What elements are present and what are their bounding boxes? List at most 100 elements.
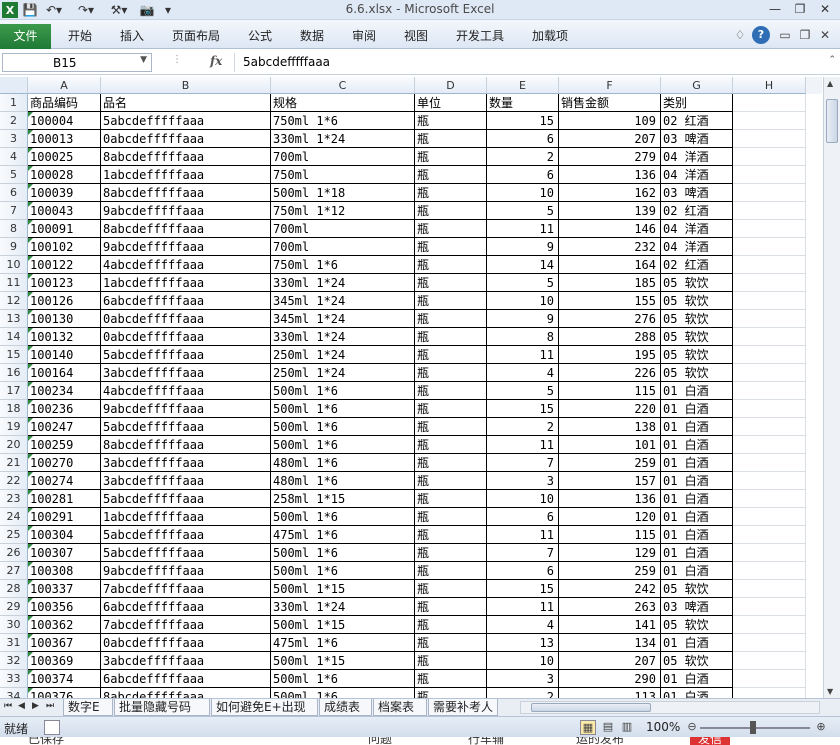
row-header[interactable]: 22 [0,472,28,490]
cell[interactable]: 129 [559,544,661,562]
cell[interactable]: 3abcdefffffaaa [101,652,271,670]
empty-cell[interactable] [733,346,806,364]
row-header[interactable]: 27 [0,562,28,580]
help-icon[interactable]: ? [752,26,770,44]
cell[interactable]: 100043 [28,202,101,220]
column-header-d[interactable]: D [415,77,487,94]
cell[interactable]: 500ml 1*6 [271,400,415,418]
cell[interactable]: 05 软饮 [661,652,733,670]
row-header[interactable]: 4 [0,148,28,166]
cell[interactable]: 8abcdefffffaaa [101,220,271,238]
empty-cell[interactable] [733,454,806,472]
cell[interactable]: 700ml [271,220,415,238]
first-sheet-icon[interactable]: ⏮ [4,701,12,711]
row-header[interactable]: 14 [0,328,28,346]
cell[interactable]: 05 软饮 [661,364,733,382]
normal-view-icon[interactable]: ▦ [580,720,596,735]
cell[interactable]: 750ml [271,166,415,184]
cell[interactable]: 100164 [28,364,101,382]
cell[interactable]: 瓶 [415,184,487,202]
cell[interactable]: 瓶 [415,634,487,652]
row-header[interactable]: 10 [0,256,28,274]
scroll-down-icon[interactable]: ▼ [827,687,833,696]
cell[interactable]: 瓶 [415,616,487,634]
cell[interactable]: 1abcdefffffaaa [101,274,271,292]
empty-cell[interactable] [733,220,806,238]
horizontal-scrollbar[interactable] [520,701,820,714]
cell[interactable]: 瓶 [415,508,487,526]
cell[interactable]: 瓶 [415,526,487,544]
sheet-tab[interactable]: 如何避免E+出现 [211,699,318,716]
row-header[interactable]: 18 [0,400,28,418]
cell[interactable]: 276 [559,310,661,328]
cell[interactable]: 03 啤酒 [661,130,733,148]
cell[interactable]: 11 [487,598,559,616]
cell[interactable]: 01 白酒 [661,526,733,544]
tab-data[interactable]: 数据 [300,24,324,49]
cell[interactable]: 250ml 1*24 [271,364,415,382]
header-cell[interactable]: 销售金额 [559,94,661,112]
cell[interactable]: 10 [487,652,559,670]
cell[interactable]: 01 白酒 [661,472,733,490]
cell[interactable]: 15 [487,112,559,130]
cell[interactable]: 05 软饮 [661,274,733,292]
cell[interactable]: 258ml 1*15 [271,490,415,508]
minimize-icon[interactable]: — [764,0,786,18]
empty-cell[interactable] [733,364,806,382]
cell[interactable]: 700ml [271,238,415,256]
cell[interactable]: 100337 [28,580,101,598]
tab-developer[interactable]: 开发工具 [456,24,504,49]
chevron-down-icon[interactable]: ▼ [140,55,147,65]
cell[interactable]: 6 [487,562,559,580]
cell[interactable]: 700ml [271,148,415,166]
empty-cell[interactable] [733,382,806,400]
cell[interactable]: 瓶 [415,202,487,220]
empty-cell[interactable] [733,238,806,256]
row-header[interactable]: 31 [0,634,28,652]
row-header[interactable]: 8 [0,220,28,238]
row-header[interactable]: 9 [0,238,28,256]
cell[interactable]: 05 软饮 [661,328,733,346]
cell[interactable]: 瓶 [415,130,487,148]
cell[interactable]: 瓶 [415,400,487,418]
empty-cell[interactable] [733,562,806,580]
cell[interactable]: 207 [559,652,661,670]
cell[interactable]: 100270 [28,454,101,472]
cell[interactable]: 1abcdefffffaaa [101,166,271,184]
horizontal-scroll-thumb[interactable] [531,703,651,712]
cell[interactable]: 10 [487,292,559,310]
cell[interactable]: 6 [487,508,559,526]
cell[interactable]: 259 [559,454,661,472]
row-header[interactable]: 21 [0,454,28,472]
cell[interactable]: 195 [559,346,661,364]
row-header[interactable]: 13 [0,310,28,328]
row-header[interactable]: 19 [0,418,28,436]
sheet-tab[interactable]: 档案表 [373,699,427,716]
cell[interactable]: 500ml 1*15 [271,580,415,598]
expand-formula-icon[interactable]: ⌃ [828,55,836,65]
select-all-corner[interactable] [0,77,28,94]
cell[interactable]: 330ml 1*24 [271,274,415,292]
cell[interactable]: 瓶 [415,652,487,670]
cell[interactable]: 04 洋酒 [661,148,733,166]
cell[interactable]: 瓶 [415,544,487,562]
empty-cell[interactable] [733,202,806,220]
cell[interactable]: 瓶 [415,472,487,490]
name-box[interactable]: B15 ▼ [2,53,152,72]
row-header[interactable]: 6 [0,184,28,202]
row-header[interactable]: 29 [0,598,28,616]
cell[interactable]: 500ml 1*15 [271,616,415,634]
cell[interactable]: 101 [559,436,661,454]
cell[interactable]: 330ml 1*24 [271,598,415,616]
row-header[interactable]: 26 [0,544,28,562]
cell[interactable]: 01 白酒 [661,508,733,526]
zoom-out-icon[interactable]: ⊖ [686,720,698,735]
cell[interactable]: 01 白酒 [661,562,733,580]
cell[interactable]: 500ml 1*6 [271,688,415,698]
empty-cell[interactable] [733,688,806,698]
cell[interactable]: 瓶 [415,292,487,310]
cell[interactable]: 100013 [28,130,101,148]
cell[interactable]: 2 [487,148,559,166]
cell[interactable]: 162 [559,184,661,202]
cell[interactable]: 500ml 1*6 [271,670,415,688]
